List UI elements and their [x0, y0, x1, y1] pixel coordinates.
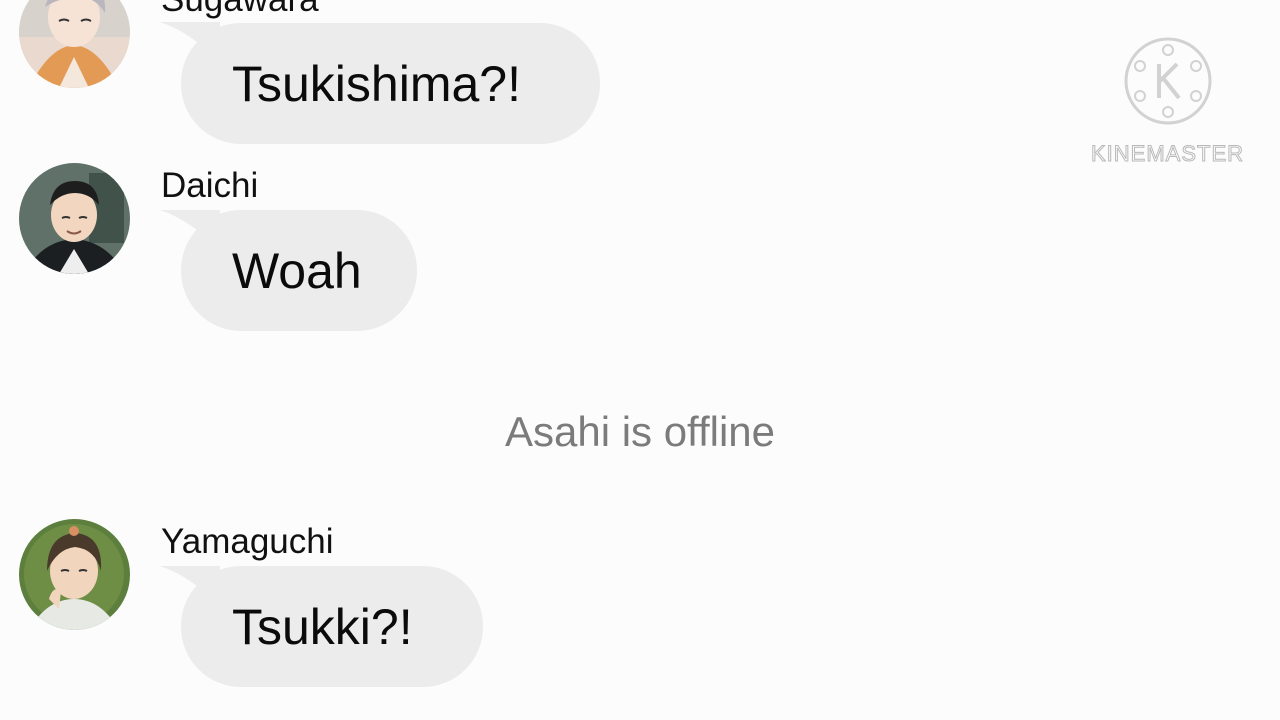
sender-name-yamaguchi: Yamaguchi: [161, 522, 334, 561]
watermark-text: KINEMASTER: [1090, 141, 1245, 167]
message-bubble[interactable]: Tsukki?!: [181, 566, 483, 687]
chat-screen: Tsukishima?! Sugawara Daichi Woah: [0, 0, 1280, 720]
kinemaster-logo-icon: [1124, 37, 1211, 125]
chat-message-yamaguchi: Yamaguchi Tsukki?!: [0, 0, 700, 700]
watermark: KINEMASTER: [1090, 36, 1245, 167]
avatar-yamaguchi[interactable]: [19, 519, 130, 630]
message-text: Tsukki?!: [232, 598, 413, 655]
